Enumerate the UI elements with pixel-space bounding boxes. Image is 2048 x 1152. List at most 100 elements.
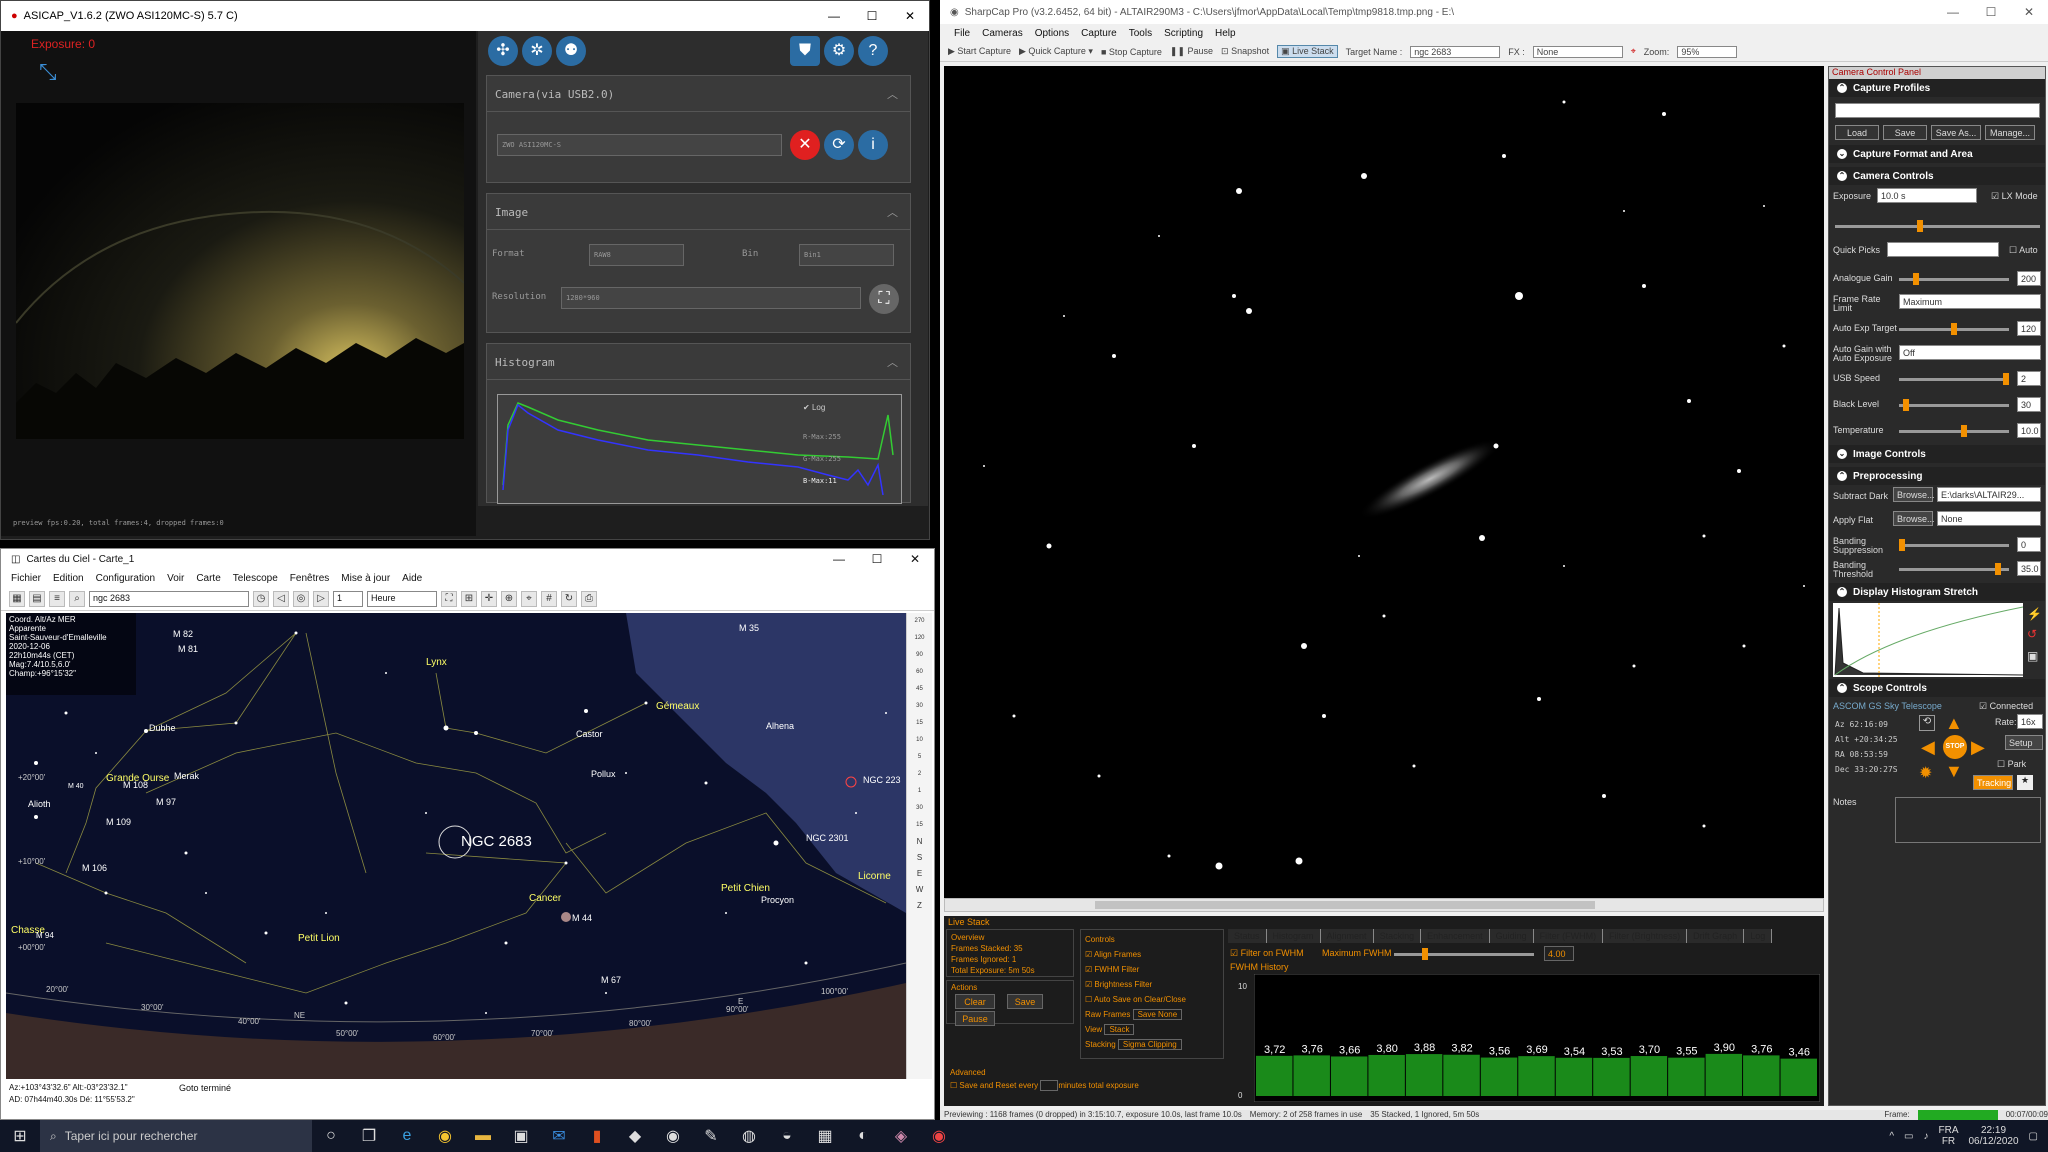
max-fwhm-value[interactable]: 4.00 bbox=[1544, 946, 1574, 961]
menu-item[interactable]: Fichier bbox=[11, 573, 41, 584]
live-stack-tab[interactable]: Alignment bbox=[1321, 929, 1374, 943]
network-icon[interactable]: ▭ bbox=[1904, 1131, 1913, 1142]
clear-button[interactable]: Clear bbox=[955, 994, 995, 1009]
temperature-slider[interactable] bbox=[1899, 425, 2009, 437]
menu-item[interactable]: Voir bbox=[167, 573, 184, 584]
step-input[interactable]: 1 bbox=[333, 590, 363, 607]
quick-picks-select[interactable] bbox=[1887, 242, 1999, 257]
scope-controls-header[interactable]: ⌃ Scope Controls bbox=[1829, 679, 2045, 697]
filter-fwhm-checkbox[interactable]: ☑ Filter on FWHM bbox=[1230, 948, 1304, 959]
menu-item[interactable]: Scripting bbox=[1164, 28, 1203, 39]
scope-mode-icon[interactable]: ⟲ bbox=[1919, 715, 1935, 731]
fullscreen-icon[interactable]: ⤡ bbox=[39, 59, 57, 85]
volume-icon[interactable]: ♪ bbox=[1923, 1131, 1928, 1142]
search-input[interactable]: ngc 2683 bbox=[89, 590, 249, 607]
log-checkbox[interactable]: ✔ Log bbox=[803, 403, 825, 412]
format-select[interactable]: RAW8 bbox=[589, 244, 684, 266]
preprocessing-header[interactable]: ⌃ Preprocessing bbox=[1829, 467, 2045, 485]
live-stack-tab[interactable]: Enhancement bbox=[1421, 929, 1490, 943]
star-icon[interactable]: ★ bbox=[2017, 775, 2033, 790]
target-input[interactable]: ngc 2683 bbox=[1410, 45, 1501, 58]
live-stack-tab[interactable]: Status bbox=[1228, 929, 1267, 943]
search-icon[interactable]: ⌕ bbox=[69, 590, 85, 607]
arrow-up-icon[interactable]: ▲ bbox=[1945, 713, 1963, 734]
store-icon[interactable]: ▣ bbox=[502, 1120, 540, 1152]
label-ngc2683[interactable]: NGC 2683 bbox=[461, 833, 532, 850]
scrollbar-thumb[interactable] bbox=[1095, 901, 1595, 909]
app-icon-1[interactable]: ◆ bbox=[616, 1120, 654, 1152]
book-icon[interactable]: ▤ bbox=[29, 590, 45, 607]
crop-icon[interactable]: ⛶ bbox=[869, 284, 899, 314]
telescope-icon[interactable]: ⌖ bbox=[521, 590, 537, 607]
stacking-select[interactable]: Sigma Clipping bbox=[1117, 1039, 1182, 1050]
brightness-filter-checkbox[interactable]: ☑ Brightness Filter bbox=[1085, 977, 1219, 992]
target-icon[interactable]: ⊕ bbox=[501, 590, 517, 607]
windows-start-icon[interactable]: ⊞ bbox=[0, 1120, 40, 1152]
reticle-icon[interactable]: ⌖ bbox=[1631, 46, 1636, 57]
resolution-select[interactable]: 1280*960 bbox=[561, 287, 861, 309]
fwhm-filter-checkbox[interactable]: ☑ FWHM Filter bbox=[1085, 962, 1219, 977]
banding-supp-value[interactable]: 0 bbox=[2017, 537, 2041, 552]
fov-scale-button[interactable]: 270 bbox=[907, 613, 932, 630]
fov-scale-button[interactable]: 15 bbox=[907, 715, 932, 732]
menu-item[interactable]: Options bbox=[1035, 28, 1069, 39]
fov-scale-button[interactable]: 60 bbox=[907, 664, 932, 681]
zoom-icon[interactable]: ⊞ bbox=[461, 590, 477, 607]
exposure-input[interactable]: 10.0 s bbox=[1877, 188, 1977, 203]
calendar-icon[interactable]: ▦ bbox=[9, 590, 25, 607]
banding-supp-slider[interactable] bbox=[1899, 539, 2009, 551]
maximize-button[interactable]: ☐ bbox=[858, 552, 896, 566]
now-icon[interactable]: ◎ bbox=[293, 590, 309, 607]
calculator-icon[interactable]: ▦ bbox=[806, 1120, 844, 1152]
banding-thresh-value[interactable]: 35.0 bbox=[2017, 561, 2041, 576]
fov-scale-button[interactable]: 5 bbox=[907, 749, 932, 766]
camera-select[interactable]: ZWO ASI120MC-S bbox=[497, 134, 782, 156]
save-button[interactable]: Save bbox=[1007, 994, 1043, 1009]
pause-button[interactable]: Pause bbox=[955, 1011, 995, 1026]
auto-checkbox[interactable]: ☐ Auto bbox=[2009, 245, 2048, 256]
info-icon[interactable]: i bbox=[858, 130, 888, 160]
menu-item[interactable]: Aide bbox=[402, 573, 422, 584]
live-stack-tab[interactable]: Filter (FWHM) bbox=[1534, 929, 1604, 943]
gear-icon[interactable]: ⚙ bbox=[824, 36, 854, 66]
horizontal-scrollbar[interactable] bbox=[944, 898, 1824, 912]
max-fwhm-slider[interactable] bbox=[1394, 948, 1534, 960]
analogue-gain-slider[interactable] bbox=[1899, 273, 2009, 285]
language-indicator[interactable]: FRA FR bbox=[1938, 1125, 1958, 1147]
start-capture-button[interactable]: ▶ Start Capture bbox=[948, 46, 1011, 57]
close-button[interactable]: ✕ bbox=[896, 552, 934, 566]
maximize-button[interactable]: ☐ bbox=[1972, 5, 2010, 19]
fov-scale-button[interactable]: 45 bbox=[907, 681, 932, 698]
menu-item[interactable]: Help bbox=[1215, 28, 1236, 39]
app-icon-7[interactable]: ◈ bbox=[882, 1120, 920, 1152]
office-icon[interactable]: ▮ bbox=[578, 1120, 616, 1152]
mail-icon[interactable]: ✉ bbox=[540, 1120, 578, 1152]
live-stack-tab[interactable]: Histogram bbox=[1267, 929, 1321, 943]
usb-speed-value[interactable]: 2 bbox=[2017, 371, 2041, 386]
fov-scale-button[interactable]: 2 bbox=[907, 766, 932, 783]
dark-path-select[interactable]: E:\darks\ALTAIR29... bbox=[1937, 487, 2041, 502]
maximize-button[interactable]: ☐ bbox=[853, 9, 891, 23]
app-icon-2[interactable]: ◉ bbox=[654, 1120, 692, 1152]
fx-select[interactable]: None bbox=[1532, 45, 1623, 58]
quick-capture-button[interactable]: ▶ Quick Capture ▾ bbox=[1019, 46, 1093, 57]
stretch-tool-icon[interactable]: ⚡ bbox=[2027, 607, 2042, 621]
help-icon[interactable]: ? bbox=[858, 36, 888, 66]
save-button[interactable]: Save bbox=[1883, 125, 1927, 140]
prev-icon[interactable]: ◁ bbox=[273, 590, 289, 607]
save-icon[interactable]: ▣ bbox=[2027, 649, 2038, 663]
park-checkbox[interactable]: ☐ Park bbox=[1997, 759, 2048, 770]
direction-button[interactable]: S bbox=[907, 850, 932, 866]
arrow-down-icon[interactable]: ▼ bbox=[1945, 761, 1963, 782]
temperature-value[interactable]: 10.0 bbox=[2017, 423, 2041, 438]
clock-icon[interactable]: ◷ bbox=[253, 590, 269, 607]
fov-scale-button[interactable]: 10 bbox=[907, 732, 932, 749]
live-stack-tab[interactable]: Drift Graph bbox=[1687, 929, 1745, 943]
banding-thresh-slider[interactable] bbox=[1899, 563, 2009, 575]
list-icon[interactable]: ≡ bbox=[49, 590, 65, 607]
auto-save-checkbox[interactable]: ☐ Auto Save on Clear/Close bbox=[1085, 992, 1219, 1007]
direction-button[interactable]: W bbox=[907, 882, 932, 898]
chevron-up-icon[interactable]: ^ bbox=[1889, 1131, 1894, 1142]
fov-scale-button[interactable]: 1 bbox=[907, 783, 932, 800]
fov-scale-button[interactable]: 15 bbox=[907, 817, 932, 834]
